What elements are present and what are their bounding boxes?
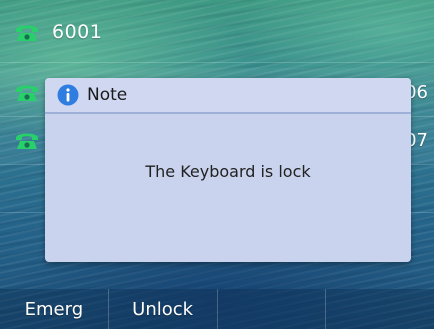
dialog-title: Note: [87, 85, 128, 105]
softkey-bar: Emerg Unlock: [0, 289, 434, 329]
line-key-1[interactable]: 6001: [0, 8, 434, 56]
phone-icon: [16, 25, 38, 41]
line-label: 6001: [52, 21, 103, 43]
phone-icon: [16, 85, 38, 101]
note-dialog: Note The Keyboard is lock: [45, 78, 411, 262]
dialog-message: The Keyboard is lock: [145, 162, 311, 181]
dialog-header: Note: [45, 78, 411, 114]
softkey-4[interactable]: [325, 289, 434, 329]
info-icon: [57, 84, 79, 106]
phone-screen: 6001 06 07 Note The Keyboard is lock Eme…: [0, 0, 434, 329]
softkey-3[interactable]: [216, 289, 326, 329]
softkey-unlock[interactable]: Unlock: [107, 289, 217, 329]
softkey-emergency[interactable]: Emerg: [0, 289, 108, 329]
divider: [0, 62, 434, 63]
phone-icon: [16, 133, 38, 149]
